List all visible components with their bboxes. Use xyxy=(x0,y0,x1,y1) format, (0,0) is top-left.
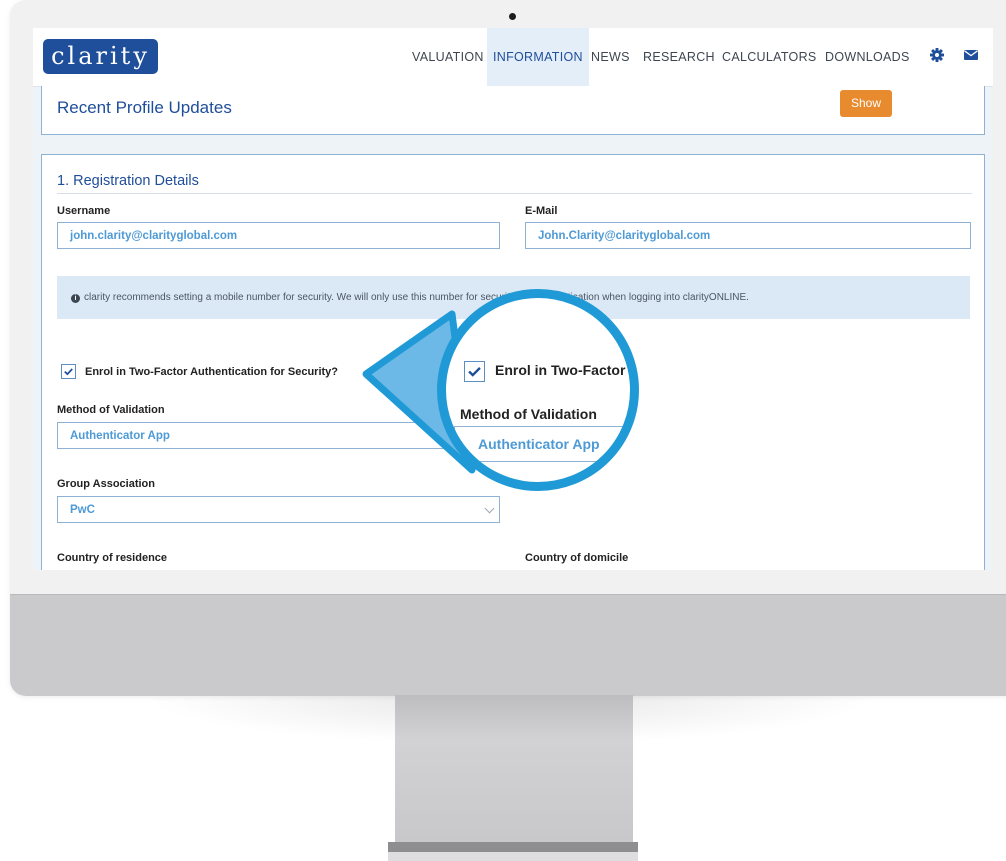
magnifier-ring xyxy=(437,289,639,491)
page: clarity VALUATION INFORMATION NEWS RESEA… xyxy=(0,0,1006,861)
